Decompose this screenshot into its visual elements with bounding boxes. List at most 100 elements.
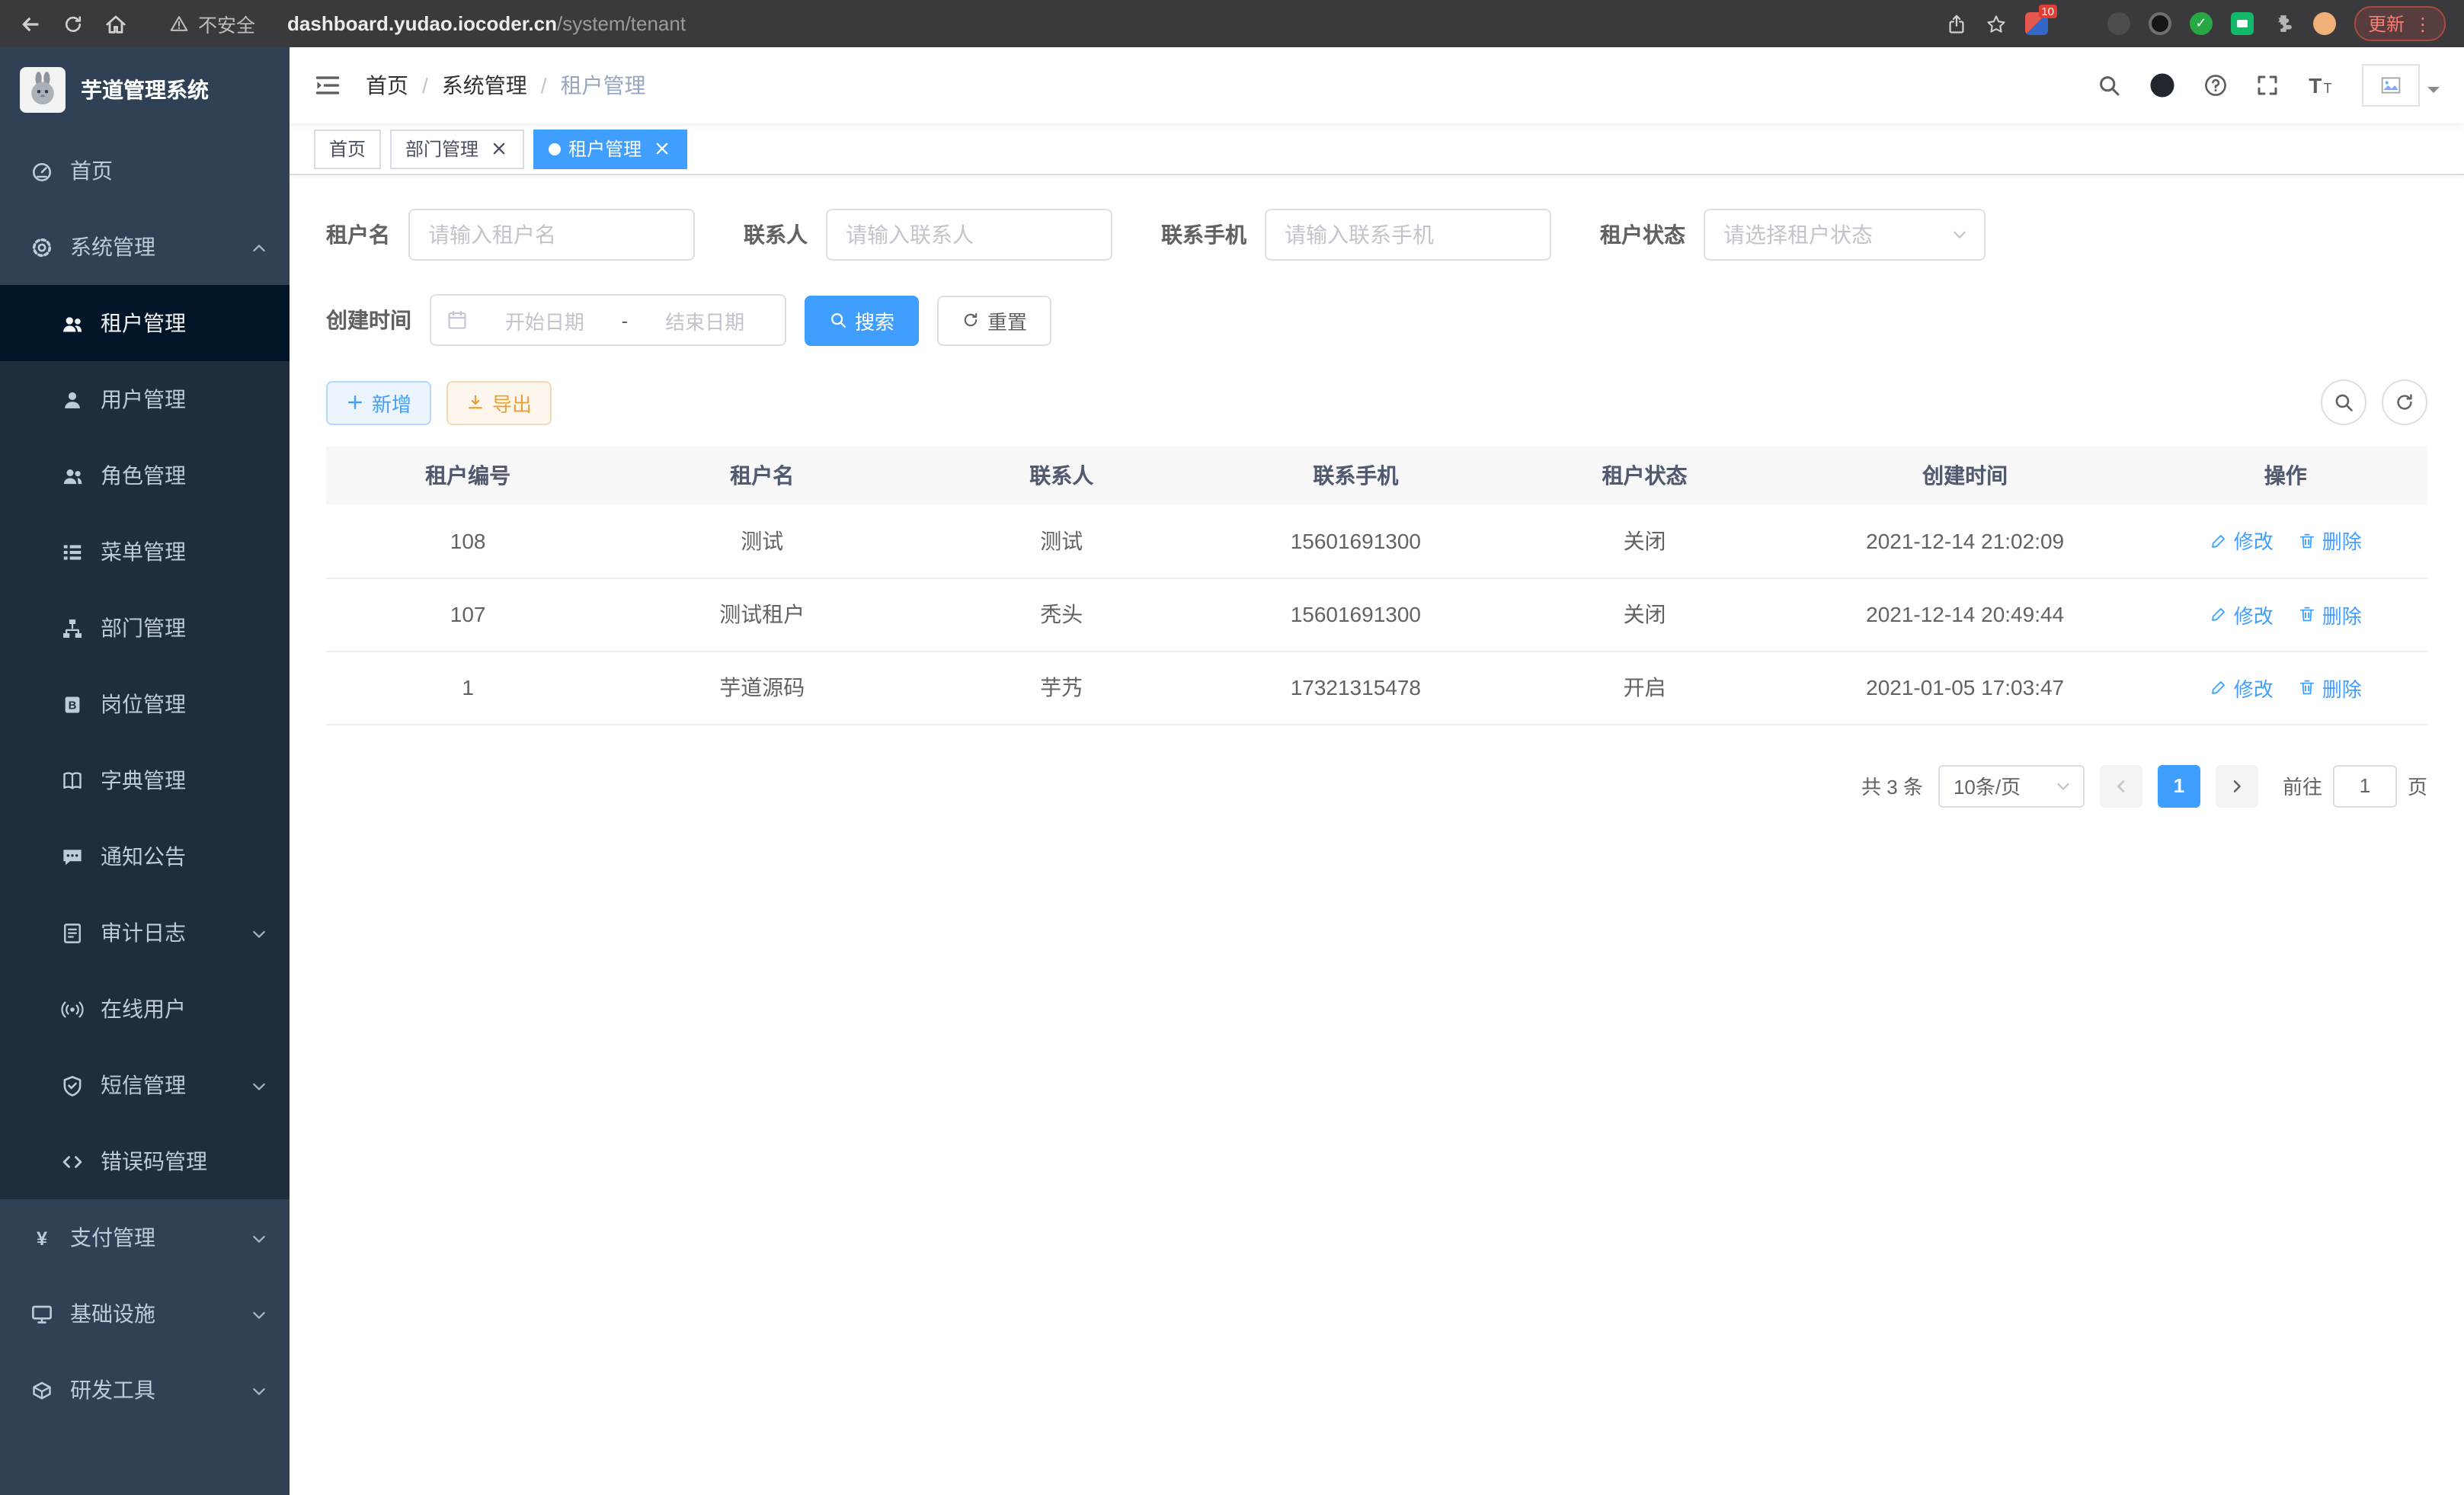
share-icon[interactable]: [1946, 13, 1967, 34]
cell-contact: 芋艿: [914, 651, 1208, 724]
breadcrumb: 首页/系统管理/租户管理: [366, 70, 646, 101]
dashboard-icon: [30, 159, 53, 182]
message-icon: [61, 845, 84, 868]
tab-close-icon[interactable]: [489, 139, 509, 158]
browser-back-icon[interactable]: [18, 11, 43, 36]
tab-dept-manage[interactable]: 部门管理: [390, 129, 524, 168]
sidebar-item-system[interactable]: 系统管理: [0, 209, 290, 285]
create-time-range-picker[interactable]: 开始日期 - 结束日期: [430, 294, 786, 346]
tenant-status-select[interactable]: 请选择租户状态: [1704, 209, 1986, 261]
delete-link[interactable]: 删除: [2298, 673, 2362, 702]
page-size-select[interactable]: 10条/页: [1938, 764, 2085, 807]
site-security[interactable]: 不安全: [169, 9, 255, 38]
cell-name: 测试: [610, 504, 914, 578]
browser-home-icon[interactable]: [104, 11, 128, 36]
extension-blue-icon[interactable]: [2066, 12, 2089, 35]
sidebar-item-home[interactable]: 首页: [0, 133, 290, 209]
column-header-4: 租户状态: [1502, 447, 1786, 504]
export-button[interactable]: 导出: [446, 380, 552, 424]
help-icon[interactable]: [2203, 73, 2228, 98]
refresh-icon: [2394, 392, 2415, 413]
browser-profile-avatar[interactable]: [2313, 12, 2336, 35]
delete-link[interactable]: 删除: [2298, 600, 2362, 629]
sidebar-item-role[interactable]: 角色管理: [0, 437, 290, 514]
sidebar-item-tenant[interactable]: 租户管理: [0, 285, 290, 361]
sidebar-item-devtools[interactable]: 研发工具: [0, 1352, 290, 1428]
table-header-row: 租户编号租户名联系人联系手机租户状态创建时间操作: [326, 447, 2427, 504]
sidebar-item-post[interactable]: B岗位管理: [0, 666, 290, 742]
sidebar-item-sms[interactable]: 短信管理: [0, 1047, 290, 1123]
cell-id: 107: [326, 578, 610, 651]
sidebar-item-error-code[interactable]: 错误码管理: [0, 1123, 290, 1199]
edit-label: 修改: [2234, 673, 2274, 702]
sidebar-item-notice[interactable]: 通知公告: [0, 818, 290, 895]
font-size-icon[interactable]: TT: [2307, 72, 2334, 99]
sidebar-item-label: 研发工具: [70, 1375, 155, 1405]
fullscreen-icon[interactable]: [2255, 73, 2280, 98]
extension-adblock-icon[interactable]: 10: [2025, 12, 2048, 35]
sidebar-item-online-user[interactable]: 在线用户: [0, 971, 290, 1047]
bookmark-star-icon[interactable]: [1986, 13, 2007, 34]
sidebar-item-label: 首页: [70, 155, 113, 186]
sidebar-item-label: 角色管理: [101, 460, 186, 491]
contact-input[interactable]: [826, 209, 1112, 261]
refresh-table-button[interactable]: [2382, 379, 2427, 425]
chevron-down-icon: [250, 924, 268, 942]
tenant-name-input[interactable]: [408, 209, 695, 261]
edit-link[interactable]: 修改: [2210, 673, 2274, 702]
sidebar-item-user[interactable]: 用户管理: [0, 361, 290, 437]
top-navbar: 首页/系统管理/租户管理 TT: [290, 47, 2464, 123]
tab-label: 租户管理: [568, 136, 642, 162]
navbar-actions: TT: [2097, 64, 2440, 107]
edit-link[interactable]: 修改: [2210, 527, 2274, 555]
reset-button-label: 重置: [987, 306, 1027, 335]
user-avatar-menu[interactable]: [2362, 64, 2440, 107]
github-icon[interactable]: [2149, 72, 2176, 99]
goto-page-input[interactable]: [2333, 764, 2397, 807]
phone-input[interactable]: [1265, 209, 1551, 261]
monitor-icon: [30, 1302, 53, 1325]
browser-reload-icon[interactable]: [62, 13, 84, 34]
breadcrumb-item[interactable]: 系统管理: [442, 70, 527, 101]
delete-label: 删除: [2322, 527, 2362, 555]
edit-link[interactable]: 修改: [2210, 600, 2274, 629]
delete-label: 删除: [2322, 673, 2362, 702]
browser-menu-icon[interactable]: ⋮: [2414, 13, 2432, 34]
sidebar-toggle-icon[interactable]: [314, 72, 341, 99]
table-row: 1芋道源码芋艿17321315478开启2021-01-05 17:03:47修…: [326, 651, 2427, 724]
prev-page-button[interactable]: [2100, 764, 2142, 807]
extension-ring-icon[interactable]: [2149, 12, 2171, 35]
sidebar-item-dept[interactable]: 部门管理: [0, 590, 290, 666]
search-icon: [2333, 392, 2354, 413]
next-page-button[interactable]: [2216, 764, 2258, 807]
address-bar[interactable]: dashboard.yudao.iocoder.cn/system/tenant: [287, 12, 686, 35]
chevron-down-icon: [2054, 776, 2072, 795]
tab-home[interactable]: 首页: [314, 129, 381, 168]
delete-link[interactable]: 删除: [2298, 527, 2362, 555]
sidebar-item-dict[interactable]: 字典管理: [0, 742, 290, 818]
sidebar-item-menu[interactable]: 菜单管理: [0, 514, 290, 590]
broken-image-icon: [2380, 75, 2402, 96]
sidebar-item-payment[interactable]: ¥支付管理: [0, 1199, 290, 1276]
menu-list-icon: [61, 540, 84, 563]
search-button[interactable]: 搜索: [805, 295, 919, 345]
reset-button[interactable]: 重置: [937, 295, 1051, 345]
extensions-puzzle-icon[interactable]: [2272, 12, 2295, 35]
app-logo[interactable]: 芋道管理系统: [0, 47, 290, 133]
filter-row-1: 租户名 联系人 联系手机 租户状态 请选择租户状态: [326, 209, 2427, 261]
header-search-icon[interactable]: [2097, 73, 2121, 98]
extension-green-circle-icon[interactable]: ✓: [2190, 12, 2213, 35]
filter-row-2: 创建时间 开始日期 - 结束日期 搜索 重置: [326, 294, 2427, 346]
breadcrumb-item[interactable]: 首页: [366, 70, 408, 101]
page-1-button[interactable]: 1: [2158, 764, 2200, 807]
sidebar-item-audit-log[interactable]: 审计日志: [0, 895, 290, 971]
browser-update-button[interactable]: 更新 ⋮: [2354, 6, 2446, 41]
cell-operations: 修改 删除: [2144, 651, 2427, 724]
extension-dark-icon[interactable]: [2107, 12, 2130, 35]
sidebar-item-infra[interactable]: 基础设施: [0, 1276, 290, 1352]
tab-close-icon[interactable]: [652, 139, 672, 158]
toggle-search-button[interactable]: [2321, 379, 2366, 425]
add-button[interactable]: 新增: [326, 380, 431, 424]
extension-green-square-icon[interactable]: [2231, 12, 2254, 35]
tab-tenant-manage[interactable]: 租户管理: [533, 129, 687, 168]
